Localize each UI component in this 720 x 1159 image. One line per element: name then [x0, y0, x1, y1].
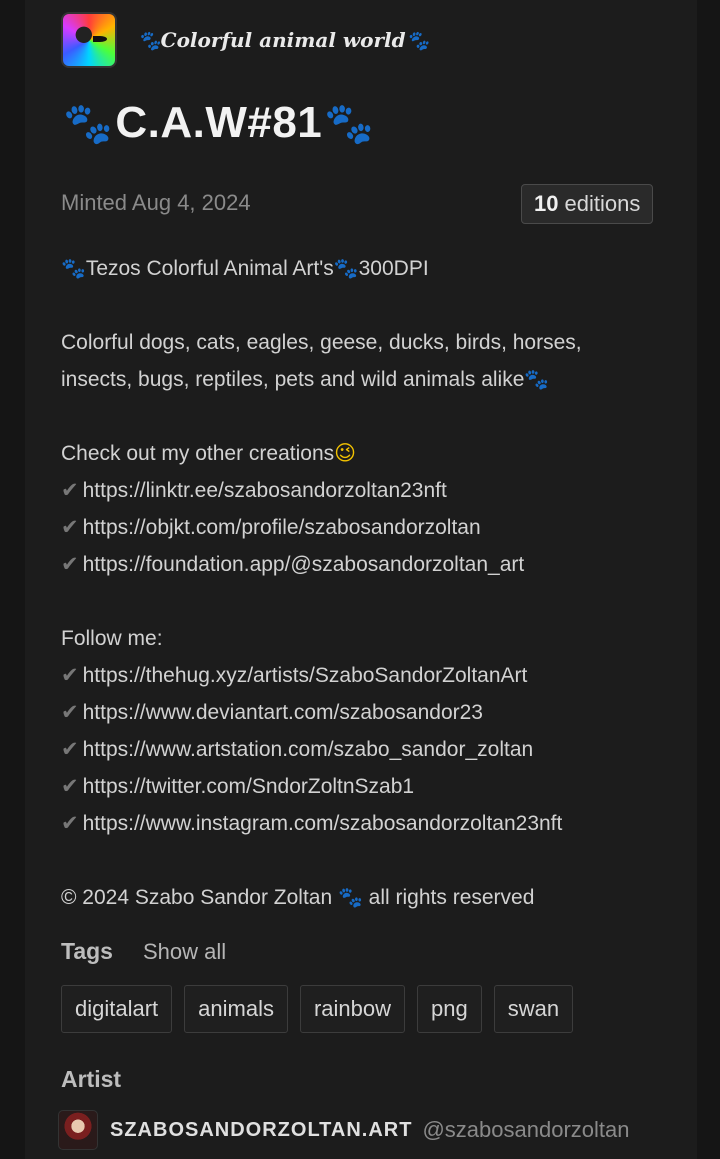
tags-header: Tags Show all: [61, 938, 226, 965]
artist-label: Artist: [61, 1066, 122, 1092]
link[interactable]: https://foundation.app/@szabosandorzolta…: [83, 553, 525, 576]
collection-avatar[interactable]: [61, 12, 117, 68]
paw-icon: 🐾: [338, 887, 363, 909]
link[interactable]: https://linktr.ee/szabosandorzoltan23nft: [83, 479, 447, 502]
artist-name[interactable]: SZABOSANDORZOLTAN.ART: [110, 1119, 412, 1142]
link[interactable]: https://www.deviantart.com/szabosandor23: [83, 701, 483, 724]
tag-chip[interactable]: png: [417, 985, 482, 1033]
tag-chip[interactable]: animals: [184, 985, 288, 1033]
paw-icon: 🐾: [405, 30, 430, 52]
link[interactable]: https://thehug.xyz/artists/SzaboSandorZo…: [83, 664, 528, 687]
check-mark-icon: ✔: [61, 479, 79, 502]
editions-badge[interactable]: 10 editions: [521, 184, 654, 224]
check-mark-icon: ✔: [61, 516, 79, 539]
show-all-tags-button[interactable]: Show all: [143, 939, 226, 965]
token-title: 🐾 C.A.W#81 🐾: [63, 98, 375, 147]
check-mark-icon: ✔: [61, 812, 79, 835]
link[interactable]: https://twitter.com/SndorZoltnSzab1: [83, 775, 415, 798]
token-description: 🐾Tezos Colorful Animal Art's🐾300DPI Colo…: [61, 257, 582, 909]
check-mark-icon: ✔: [61, 664, 79, 687]
check-mark-icon: ✔: [61, 553, 79, 576]
artist-avatar[interactable]: [58, 1110, 98, 1150]
link[interactable]: https://objkt.com/profile/szabosandorzol…: [83, 516, 481, 539]
tags-label: Tags: [61, 938, 113, 964]
link[interactable]: https://www.instagram.com/szabosandorzol…: [83, 812, 563, 835]
tag-chip[interactable]: digitalart: [61, 985, 173, 1033]
tag-list: digitalart animals rainbow png swan: [61, 985, 574, 1033]
editions-count: 10: [534, 191, 559, 216]
artist-handle[interactable]: @szabosandorzoltan: [422, 1117, 629, 1143]
wink-emoji-icon: 😉: [334, 442, 357, 465]
minted-date: Minted Aug 4, 2024: [61, 190, 251, 215]
paw-icon: 🐾: [61, 258, 86, 280]
check-mark-icon: ✔: [61, 775, 79, 798]
editions-label: editions: [564, 191, 641, 216]
collection-header[interactable]: 🐾Colorful animal world🐾: [61, 12, 429, 68]
check-mark-icon: ✔: [61, 738, 79, 761]
check-mark-icon: ✔: [61, 701, 79, 724]
paw-icon: 🐾: [524, 369, 550, 391]
tag-chip[interactable]: swan: [493, 985, 574, 1033]
link[interactable]: https://www.artstation.com/szabo_sandor_…: [83, 738, 534, 761]
paw-icon: 🐾: [324, 101, 375, 146]
artist-profile-link[interactable]: SZABOSANDORZOLTAN.ART @szabosandorzoltan: [58, 1110, 629, 1150]
tag-chip[interactable]: rainbow: [299, 985, 406, 1033]
paw-icon: 🐾: [63, 101, 114, 146]
paw-icon: 🐾: [333, 258, 359, 280]
collection-name[interactable]: 🐾Colorful animal world🐾: [137, 28, 429, 52]
paw-icon: 🐾: [137, 30, 161, 52]
